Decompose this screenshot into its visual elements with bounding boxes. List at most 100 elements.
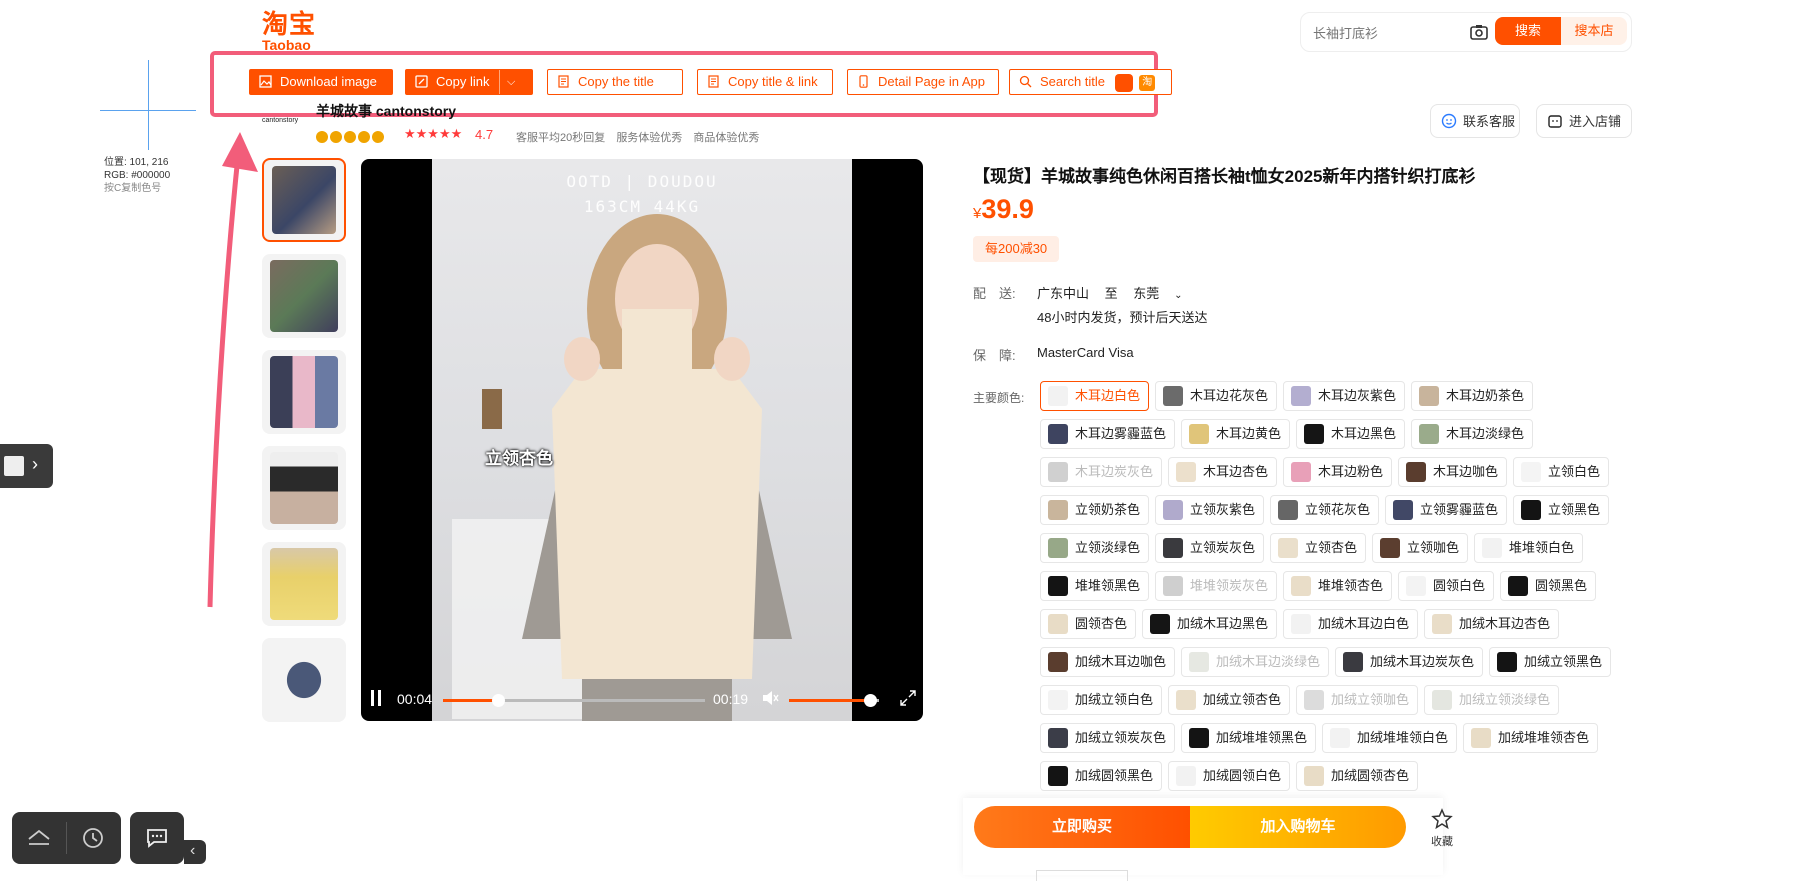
search-title-button[interactable]: Search title 淘	[1009, 69, 1172, 95]
fullscreen-icon[interactable]	[899, 689, 917, 707]
thumbnail-item[interactable]	[262, 638, 346, 722]
color-option[interactable]: 圆领黑色	[1500, 571, 1597, 601]
color-option[interactable]: 加绒堆堆领杏色	[1463, 723, 1599, 753]
video-progress-knob[interactable]	[492, 694, 506, 707]
search-shop-button[interactable]: 搜本店	[1561, 17, 1627, 45]
color-option[interactable]: 木耳边炭灰色	[1040, 457, 1163, 487]
coupon-badge[interactable]: 每200减30	[973, 236, 1060, 262]
color-option[interactable]: 立领咖色	[1372, 533, 1469, 563]
color-option[interactable]: 立领灰紫色	[1155, 495, 1265, 525]
buy-now-button[interactable]: 立即购买	[974, 806, 1190, 848]
copy-link-button[interactable]: Copy link ⌵	[405, 69, 533, 95]
star-icon	[1431, 808, 1453, 830]
product-video[interactable]: OOTD | DOUDOU 163CM 44KG 立领杏色 00:04 00:1…	[361, 159, 923, 721]
color-option[interactable]: 加绒木耳边淡绿色	[1181, 647, 1330, 677]
color-option[interactable]: 立领炭灰色	[1155, 533, 1265, 563]
color-option[interactable]: 加绒圆领杏色	[1296, 761, 1419, 791]
pause-icon[interactable]	[369, 689, 383, 707]
color-option[interactable]: 木耳边花灰色	[1155, 381, 1278, 411]
phone-icon	[859, 75, 868, 88]
color-option[interactable]: 立领黑色	[1513, 495, 1610, 525]
color-option[interactable]: 堆堆领白色	[1474, 533, 1584, 563]
chat-button[interactable]	[130, 812, 184, 864]
color-option[interactable]: 加绒木耳边黑色	[1142, 609, 1278, 639]
shirt-swatch-icon	[4, 456, 24, 476]
service-item: 商品体验优秀	[693, 132, 760, 144]
color-option[interactable]: 立领奶茶色	[1040, 495, 1150, 525]
copy-title-button[interactable]: Copy the title	[547, 69, 683, 95]
color-option[interactable]: 加绒木耳边炭灰色	[1335, 647, 1484, 677]
history-icon[interactable]	[80, 825, 106, 851]
color-option[interactable]: 堆堆领炭灰色	[1155, 571, 1278, 601]
color-option[interactable]: 木耳边白色	[1040, 381, 1150, 411]
color-option[interactable]: 加绒立领白色	[1040, 685, 1163, 715]
shop-name[interactable]: 羊城故事 cantonstory	[316, 101, 456, 121]
color-option-label: 加绒堆堆领黑色	[1216, 730, 1308, 745]
color-option[interactable]: 木耳边奶茶色	[1411, 381, 1534, 411]
collapse-button[interactable]: ‹	[184, 840, 206, 864]
color-option[interactable]: 圆领杏色	[1040, 609, 1137, 639]
thumbnail-item[interactable]	[262, 446, 346, 530]
color-option[interactable]: 加绒圆领黑色	[1040, 761, 1163, 791]
color-option[interactable]: 加绒圆领白色	[1168, 761, 1291, 791]
thumbnail-item[interactable]	[262, 350, 346, 434]
color-option[interactable]: 木耳边雾霾蓝色	[1040, 419, 1176, 449]
color-option[interactable]: 加绒堆堆领黑色	[1181, 723, 1317, 753]
color-option[interactable]: 加绒木耳边咖色	[1040, 647, 1176, 677]
video-progress-bar[interactable]	[443, 694, 705, 707]
color-swatch-icon	[1189, 728, 1209, 748]
volume-icon[interactable]	[761, 689, 779, 707]
color-option[interactable]: 加绒立领黑色	[1489, 647, 1612, 677]
volume-knob[interactable]	[864, 694, 877, 707]
color-option[interactable]: 木耳边黄色	[1181, 419, 1291, 449]
color-option[interactable]: 木耳边杏色	[1168, 457, 1278, 487]
search-button[interactable]: 搜索	[1495, 17, 1561, 45]
color-option[interactable]: 加绒木耳边白色	[1283, 609, 1419, 639]
customer-service-button[interactable]: 联系客服	[1430, 104, 1520, 138]
color-option[interactable]: 加绒立领咖色	[1296, 685, 1419, 715]
color-option[interactable]: 立领花灰色	[1270, 495, 1380, 525]
color-option[interactable]: 堆堆领杏色	[1283, 571, 1393, 601]
color-option[interactable]: 立领白色	[1513, 457, 1610, 487]
detail-page-app-label: Detail Page in App	[878, 74, 985, 89]
color-option[interactable]: 立领雾霾蓝色	[1385, 495, 1508, 525]
crown-icon	[316, 130, 328, 143]
ship-to-select[interactable]: 东莞 ⌄	[1133, 286, 1194, 301]
color-option[interactable]: 立领杏色	[1270, 533, 1367, 563]
left-float-panel[interactable]: ›	[0, 444, 53, 488]
color-option[interactable]: 立领淡绿色	[1040, 533, 1150, 563]
volume-slider[interactable]	[789, 694, 879, 707]
color-option[interactable]: 圆领白色	[1398, 571, 1495, 601]
detail-page-app-button[interactable]: Detail Page in App	[847, 69, 999, 95]
add-to-cart-button[interactable]: 加入购物车	[1190, 806, 1406, 848]
chevron-down-icon[interactable]: ⌵	[507, 70, 515, 94]
color-option[interactable]: 堆堆领黑色	[1040, 571, 1150, 601]
color-option[interactable]: 加绒立领炭灰色	[1040, 723, 1176, 753]
favorite-button[interactable]: 收藏	[1424, 808, 1460, 849]
color-option[interactable]: 木耳边黑色	[1296, 419, 1406, 449]
color-option[interactable]: 木耳边咖色	[1398, 457, 1508, 487]
taobao-logo[interactable]: 淘宝 Taobao	[262, 10, 322, 52]
eject-icon[interactable]	[26, 825, 52, 851]
color-option[interactable]: 木耳边粉色	[1283, 457, 1393, 487]
color-swatch-icon	[1304, 766, 1324, 786]
thumbnail-item[interactable]	[262, 158, 346, 242]
camera-icon[interactable]	[1469, 22, 1489, 42]
color-option[interactable]: 加绒立领杏色	[1168, 685, 1291, 715]
copy-title-link-button[interactable]: Copy title & link	[697, 69, 833, 95]
download-image-button[interactable]: Download image	[249, 69, 393, 95]
color-option[interactable]: 木耳边灰紫色	[1283, 381, 1406, 411]
color-option[interactable]: 加绒立领淡绿色	[1424, 685, 1560, 715]
quantity-stepper[interactable]	[1036, 870, 1128, 881]
thumbnail-item[interactable]	[262, 542, 346, 626]
color-option[interactable]: 加绒木耳边杏色	[1424, 609, 1560, 639]
thumbnail-item[interactable]	[262, 254, 346, 338]
shop-logo[interactable]: cantonstory	[262, 117, 298, 124]
chevron-left-icon: ‹	[190, 842, 196, 859]
enter-store-button[interactable]: 进入店铺	[1536, 104, 1632, 138]
taobao-badge: 淘	[1139, 74, 1156, 91]
chevron-right-icon[interactable]: ›	[32, 454, 38, 475]
color-option[interactable]: 木耳边淡绿色	[1411, 419, 1534, 449]
color-option[interactable]: 加绒堆堆领白色	[1322, 723, 1458, 753]
search-input[interactable]	[1311, 21, 1465, 45]
